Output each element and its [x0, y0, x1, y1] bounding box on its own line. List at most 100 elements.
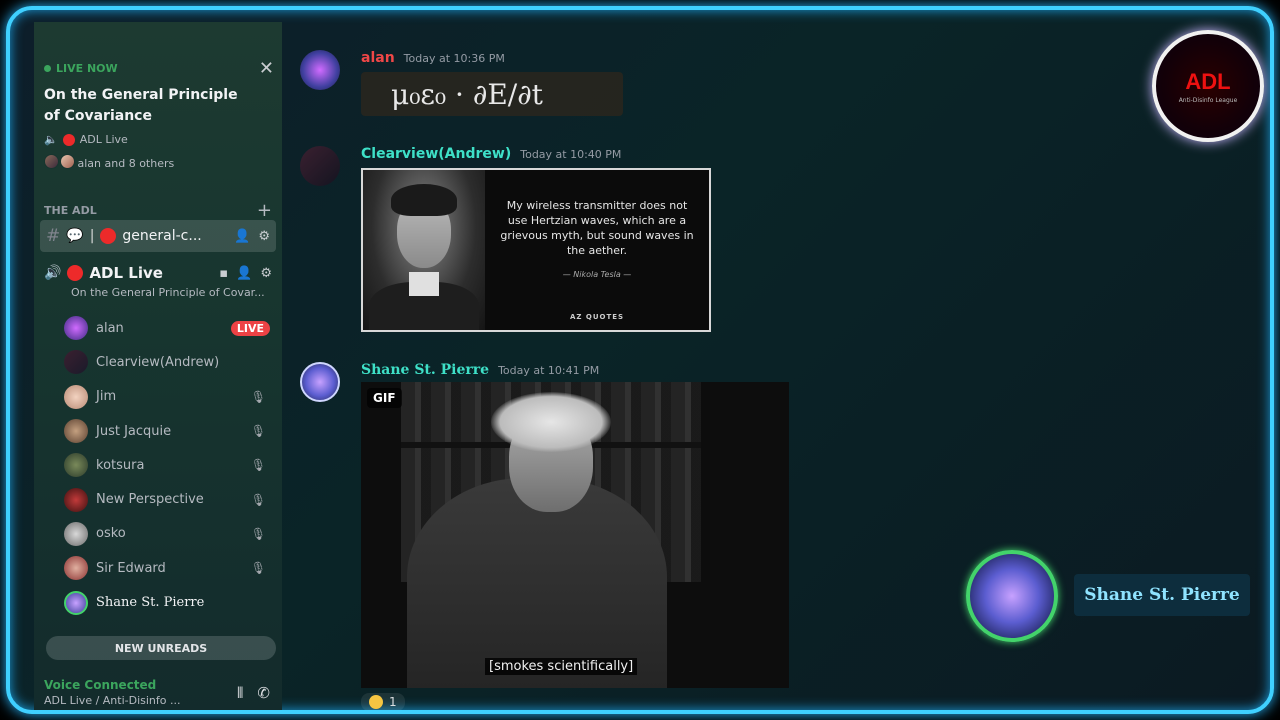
red-circle-icon [100, 228, 117, 244]
divider: | [89, 228, 95, 244]
message-author[interactable]: Shane St. Pierre [361, 362, 489, 378]
equation-image[interactable]: μ₀ε₀ · ∂E/∂t [361, 72, 623, 116]
muted-mic-icon: 🎙 [250, 458, 266, 473]
muted-mic-icon: 🎙 [250, 424, 266, 439]
member-name: osko [96, 526, 126, 542]
muted-mic-icon: 🎙 [250, 526, 266, 541]
gear-icon[interactable]: ⚙ [260, 266, 272, 281]
member-name: kotsura [96, 457, 145, 473]
avatar[interactable] [300, 50, 340, 90]
list-item[interactable]: kotsura 🎙 [64, 448, 270, 482]
chat-icon[interactable]: ▪ [219, 266, 228, 281]
invite-icon[interactable]: 👤 [236, 266, 252, 281]
message-timestamp: Today at 10:41 PM [498, 364, 600, 377]
voice-channel-name: ADL Live [89, 264, 163, 282]
stream-frame: LIVE NOW ✕ On the General Principle of C… [6, 6, 1274, 714]
member-name: Just Jacquie [96, 423, 172, 439]
event-source[interactable]: 🔈 ADL Live [44, 133, 274, 146]
adl-logo: ADL Anti-Disinfo League [1152, 30, 1264, 142]
event-source-label: ADL Live [79, 133, 128, 146]
voice-speaker-icon: 🔊 [44, 265, 62, 281]
list-item[interactable]: New Perspective 🎙 [64, 482, 270, 516]
voice-channel-actions: ▪ 👤 ⚙ [219, 266, 272, 281]
event-participants[interactable]: alan and 8 others [44, 154, 274, 172]
sidebar-item-general-chat[interactable]: # 💬 | general-c... 👤 ⚙ [40, 220, 276, 252]
quote-brand: AZ QUOTES [569, 313, 625, 321]
invite-icon[interactable]: 👤 [234, 229, 250, 244]
logo-tagline: Anti-Disinfo League [1178, 96, 1238, 104]
list-item[interactable]: osko 🎙 [64, 517, 270, 551]
avatar [64, 521, 88, 546]
close-icon[interactable]: ✕ [259, 58, 274, 79]
member-name: Shane St. Pierre [96, 595, 205, 611]
live-badge: LIVE [230, 320, 270, 336]
reaction-button[interactable]: 1 [361, 693, 405, 710]
disconnect-icon[interactable]: ✆ [257, 684, 270, 702]
channel-actions: 👤 ⚙ [234, 229, 270, 244]
avatar [64, 487, 88, 512]
quote-signature: — Nikola Tesla — [562, 270, 632, 279]
category-label: THE ADL [44, 204, 97, 217]
emoji-icon [369, 695, 383, 709]
list-item[interactable]: Shane St. Pierre [64, 585, 270, 619]
voice-member-list: alan LIVE Clearview(Andrew) Jim 🎙 Just J… [64, 311, 270, 620]
avatar[interactable] [300, 362, 340, 402]
list-item[interactable]: Clearview(Andrew) [64, 345, 270, 379]
avatar [64, 419, 88, 444]
voice-channel-topic: On the General Principle of Covar... [71, 286, 265, 299]
category-header[interactable]: THE ADL + [44, 200, 272, 221]
portrait-image [363, 170, 485, 330]
avatar[interactable] [300, 146, 340, 186]
sidebar-item-adl-live[interactable]: 🔊 ADL Live ▪ 👤 ⚙ On the General Principl… [44, 264, 272, 299]
member-name: Clearview(Andrew) [96, 354, 220, 370]
event-title[interactable]: On the General Principle of Covariance [44, 85, 254, 127]
gear-icon[interactable]: ⚙ [258, 229, 270, 244]
muted-mic-icon: 🎙 [250, 561, 266, 576]
member-name: Sir Edward [96, 560, 166, 576]
live-dot-icon [44, 65, 51, 72]
participants-label: alan and 8 others [77, 156, 175, 170]
live-event-panel: LIVE NOW ✕ On the General Principle of C… [44, 58, 274, 172]
member-name: alan [96, 320, 124, 336]
avatar [64, 590, 88, 615]
list-item[interactable]: Just Jacquie 🎙 [64, 414, 270, 448]
add-channel-icon[interactable]: + [257, 200, 272, 221]
message-timestamp: Today at 10:36 PM [403, 52, 505, 65]
voice-actions: ⦀ ✆ [237, 684, 270, 702]
avatar [64, 556, 88, 581]
speaker-name-tag: Shane St. Pierre [1074, 574, 1250, 616]
avatar [44, 154, 59, 169]
chat-bubble-icon: 💬 [66, 228, 84, 244]
adl-live-icon [62, 133, 75, 146]
avatar [59, 154, 75, 169]
list-item[interactable]: Jim 🎙 [64, 380, 270, 414]
gif-caption: [smokes scientifically] [485, 658, 638, 675]
sidebar: LIVE NOW ✕ On the General Principle of C… [34, 22, 282, 710]
logo-text: ADL [1185, 68, 1231, 94]
quote-text: My wireless transmitter does not use Her… [500, 199, 694, 257]
participant-avatars [44, 154, 75, 172]
list-item[interactable]: Sir Edward 🎙 [64, 551, 270, 585]
quote-image[interactable]: My wireless transmitter does not use Her… [361, 168, 711, 332]
speaking-avatar [966, 550, 1058, 642]
list-item[interactable]: alan LIVE [64, 311, 270, 345]
message-timestamp: Today at 10:40 PM [520, 148, 622, 161]
avatar [64, 384, 88, 409]
message-author[interactable]: alan [361, 50, 395, 66]
avatar [64, 316, 88, 341]
muted-mic-icon: 🎙 [250, 389, 266, 404]
member-name: New Perspective [96, 492, 204, 508]
gif-embed[interactable]: GIF [smokes scientifically] [361, 382, 789, 688]
noise-suppression-icon[interactable]: ⦀ [237, 684, 244, 702]
speaker-volume-icon: 🔈 [44, 133, 58, 146]
red-circle-icon [67, 265, 84, 281]
voice-connection-panel: Voice Connected ADL Live / Anti-Disinfo … [44, 678, 276, 707]
gif-badge: GIF [367, 388, 402, 408]
live-now-indicator: LIVE NOW [44, 62, 274, 75]
member-name: Jim [96, 389, 117, 405]
message-author[interactable]: Clearview(Andrew) [361, 146, 511, 162]
new-unreads-button[interactable]: NEW UNREADS [46, 636, 276, 660]
muted-mic-icon: 🎙 [250, 492, 266, 507]
avatar [64, 453, 88, 478]
channel-name: general-c... [122, 228, 202, 244]
